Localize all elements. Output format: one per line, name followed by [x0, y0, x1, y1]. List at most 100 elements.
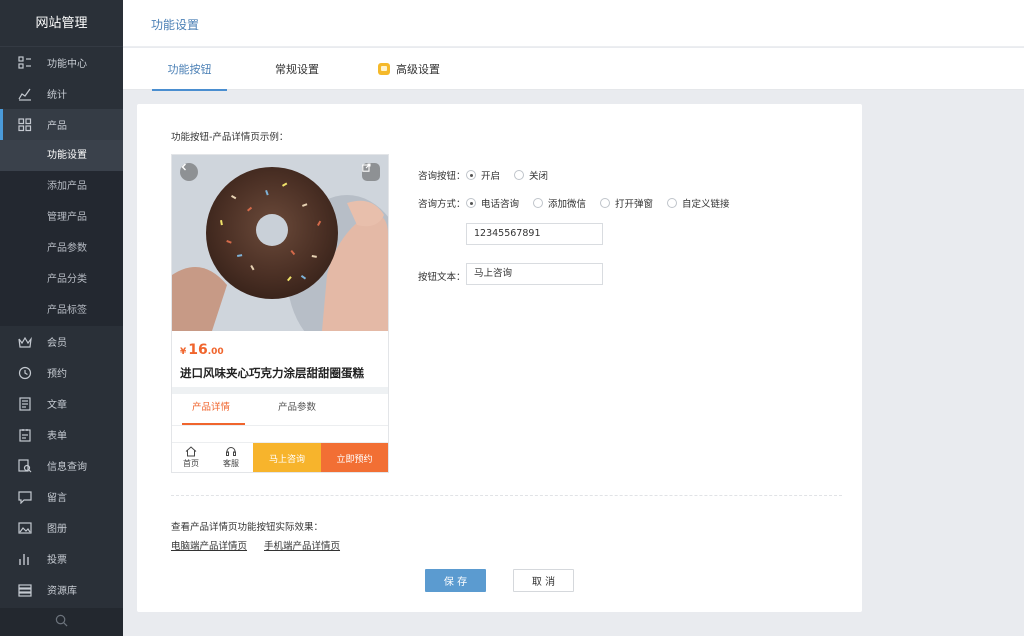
method-custom-link-radio[interactable]: 自定义链接: [667, 196, 730, 210]
function-center-icon: [18, 55, 32, 70]
phone-number-input[interactable]: 12345567891: [466, 223, 603, 245]
sidebar-item-label: 统计: [47, 90, 67, 101]
booking-icon: [18, 366, 32, 380]
tab-advanced-label: 高级设置: [396, 63, 440, 76]
service-button[interactable]: 客服: [217, 446, 245, 469]
service-label: 客服: [223, 459, 239, 468]
vip-shield-icon: [378, 63, 390, 75]
button-text-row: 按钮文本：: [418, 269, 466, 283]
tab-divider: [172, 425, 388, 426]
submenu-item-add-product[interactable]: 添加产品: [0, 171, 123, 202]
consult-button-row: 咨询按钮： 开启 关闭: [418, 168, 562, 182]
sidebar-item-label: 表单: [47, 431, 67, 442]
radio-label: 电话咨询: [481, 199, 520, 210]
sidebar-item-article[interactable]: 文章: [0, 388, 123, 419]
product-page-preview: ¥16.00 进口风味夹心巧克力涂层甜甜圈蛋糕 产品详情 产品参数 首页 客服 …: [171, 154, 389, 473]
home-button[interactable]: 首页: [177, 446, 205, 469]
radio-dot: [514, 170, 525, 180]
sidebar-item-label: 投票: [47, 555, 67, 566]
book-now-button[interactable]: 立即预约: [321, 443, 388, 472]
consult-now-button[interactable]: 马上咨询: [253, 443, 321, 472]
submenu-item-product-category[interactable]: 产品分类: [0, 264, 123, 295]
product-icon: [18, 117, 32, 132]
bottom-action-bar: 首页 客服 马上咨询 立即预约: [172, 442, 388, 472]
radio-dot: [600, 198, 611, 208]
sidebar-item-form[interactable]: 表单: [0, 419, 123, 450]
submenu-item-product-params[interactable]: 产品参数: [0, 233, 123, 264]
page-title: 功能设置: [151, 18, 200, 32]
product-tab-detail[interactable]: 产品详情: [192, 399, 230, 413]
radio-dot: [466, 198, 476, 208]
pc-detail-link[interactable]: 电脑端产品详情页: [171, 538, 247, 552]
sidebar-item-product[interactable]: 产品: [0, 109, 123, 140]
sidebar-item-vote[interactable]: 投票: [0, 543, 123, 574]
back-button[interactable]: [180, 163, 198, 181]
sidebar-item-message[interactable]: 留言: [0, 481, 123, 512]
price-currency: ¥: [180, 347, 187, 357]
sidebar-search-button[interactable]: [0, 608, 123, 636]
mobile-detail-link[interactable]: 手机端产品详情页: [264, 538, 340, 552]
radio-dot: [667, 198, 678, 208]
sidebar-item-booking[interactable]: 预约: [0, 357, 123, 388]
radio-label: 自定义链接: [682, 199, 730, 210]
search-icon: [55, 614, 68, 630]
consult-method-label: 咨询方式：: [418, 199, 466, 210]
sidebar-item-label: 功能中心: [47, 59, 87, 70]
product-name: 进口风味夹心巧克力涂层甜甜圈蛋糕: [180, 366, 364, 380]
stats-icon: [18, 87, 32, 101]
article-icon: [18, 396, 32, 411]
sidebar-item-info-search[interactable]: 信息查询: [0, 450, 123, 481]
sidebar-item-function-center[interactable]: 功能中心: [0, 47, 123, 78]
method-wechat-radio[interactable]: 添加微信: [533, 196, 586, 210]
sidebar-item-label: 资源库: [47, 586, 77, 597]
form-icon: [18, 428, 32, 442]
tab-bar: 功能按钮 常规设置 高级设置: [123, 48, 1024, 91]
vote-icon: [18, 552, 32, 566]
sidebar: 网站管理 功能中心 统计 产品 功能设置 添加产品 管理产品 产品参数 产品分类…: [0, 0, 123, 636]
submenu-item-product-tags[interactable]: 产品标签: [0, 295, 123, 326]
radio-label: 开启: [481, 171, 501, 182]
save-button[interactable]: 保 存: [425, 569, 486, 592]
consult-on-radio[interactable]: 开启: [466, 168, 500, 182]
tab-advanced-settings[interactable]: 高级设置: [373, 48, 445, 90]
consult-off-radio[interactable]: 关闭: [514, 168, 548, 182]
tab-general-settings[interactable]: 常规设置: [261, 48, 333, 90]
resource-icon: [18, 583, 32, 597]
product-tab-params[interactable]: 产品参数: [278, 399, 316, 413]
price-integer: 16: [188, 342, 208, 358]
cancel-button[interactable]: 取 消: [513, 569, 574, 592]
button-text-input[interactable]: 马上咨询: [466, 263, 603, 285]
method-popup-radio[interactable]: 打开弹窗: [600, 196, 653, 210]
sidebar-item-label: 留言: [47, 493, 67, 504]
message-icon: [18, 490, 32, 504]
sidebar-item-label: 图册: [47, 524, 67, 535]
sidebar-title: 网站管理: [0, 0, 123, 47]
sidebar-item-stats[interactable]: 统计: [0, 78, 123, 109]
product-photo: [172, 155, 388, 331]
sidebar-item-label: 会员: [47, 338, 67, 349]
sidebar-item-label: 产品: [47, 121, 67, 132]
sidebar-item-label: 信息查询: [47, 462, 87, 473]
method-phone-radio[interactable]: 电话咨询: [466, 196, 519, 210]
share-button[interactable]: [362, 163, 380, 181]
sidebar-item-album[interactable]: 图册: [0, 512, 123, 543]
album-icon: [18, 521, 32, 535]
tab-function-buttons[interactable]: 功能按钮: [152, 48, 227, 91]
sidebar-item-label: 预约: [47, 369, 67, 380]
submenu-item-function-settings[interactable]: 功能设置: [0, 140, 123, 171]
product-price: ¥16.00: [180, 342, 224, 358]
home-label: 首页: [183, 459, 199, 468]
product-submenu: 功能设置 添加产品 管理产品 产品参数 产品分类 产品标签: [0, 140, 123, 326]
submenu-item-manage-product[interactable]: 管理产品: [0, 202, 123, 233]
radio-label: 添加微信: [548, 199, 587, 210]
price-decimal: .00: [207, 347, 224, 357]
page-header: 功能设置: [123, 0, 1024, 47]
sidebar-item-member[interactable]: 会员: [0, 326, 123, 357]
radio-dot: [466, 170, 476, 180]
radio-dot: [533, 198, 544, 208]
sidebar-item-resource[interactable]: 资源库: [0, 574, 123, 605]
sidebar-item-label: 文章: [47, 400, 67, 411]
radio-label: 打开弹窗: [615, 199, 654, 210]
button-text-label: 按钮文本：: [418, 272, 466, 283]
section-divider: [172, 387, 388, 394]
